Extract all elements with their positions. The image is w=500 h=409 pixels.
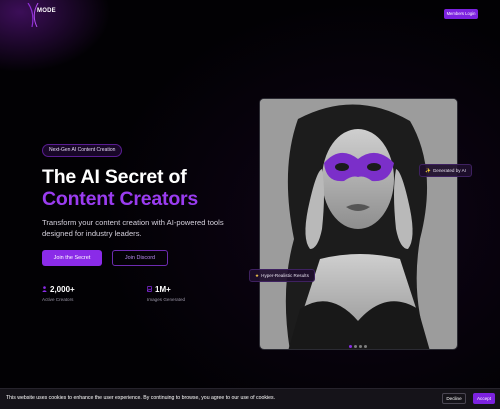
cookie-text: This website uses cookies to enhance the… [6,395,276,401]
users-icon [42,286,47,292]
stat-value: 2,000+ [50,285,75,294]
logo-text: MODE [37,8,56,14]
hero-title-line2: Content Creators [42,188,199,210]
carousel-dot-2[interactable] [354,345,357,348]
hero-subtitle: Transform your content creation with AI-… [42,218,224,238]
hero-title-line1: The AI Secret of [42,166,187,188]
stat-label: Images Generated [147,297,186,302]
generated-by-ai-chip: ✨ Generated by AI [419,164,472,177]
carousel-dot-1[interactable] [349,345,352,348]
cookie-consent-bar: This website uses cookies to enhance the… [0,388,500,409]
star-icon: ★ [255,273,260,278]
members-login-button[interactable]: Members Login [444,9,478,19]
stat-label: Active Creators [42,297,74,302]
chip-label: Generated by AI [432,168,466,173]
logo-x-mark [27,3,39,27]
carousel-dot-3[interactable] [359,345,362,348]
carousel-dots [349,345,369,349]
join-discord-button[interactable]: Join Discord [112,250,168,266]
cookie-accept-button[interactable]: Accept [473,393,495,404]
carousel-dot-4[interactable] [364,345,367,348]
site-logo[interactable]: MODE [26,3,62,27]
join-secret-button[interactable]: Join the Secret [42,250,102,266]
masked-portrait-illustration [260,99,457,349]
image-icon [147,286,152,292]
hero-title: The AI Secret of Content Creators [42,166,242,210]
showcase-image [259,98,458,350]
cookie-decline-button[interactable]: Decline [442,393,466,404]
chip-label: Hyper-Realistic Results [261,273,309,278]
stat-value: 1M+ [155,285,171,294]
hero-badge: Next-Gen AI Content Creation [42,144,123,157]
hyper-realistic-chip: ★ Hyper-Realistic Results [249,269,315,282]
sparkle-icon: ✨ [425,168,431,173]
